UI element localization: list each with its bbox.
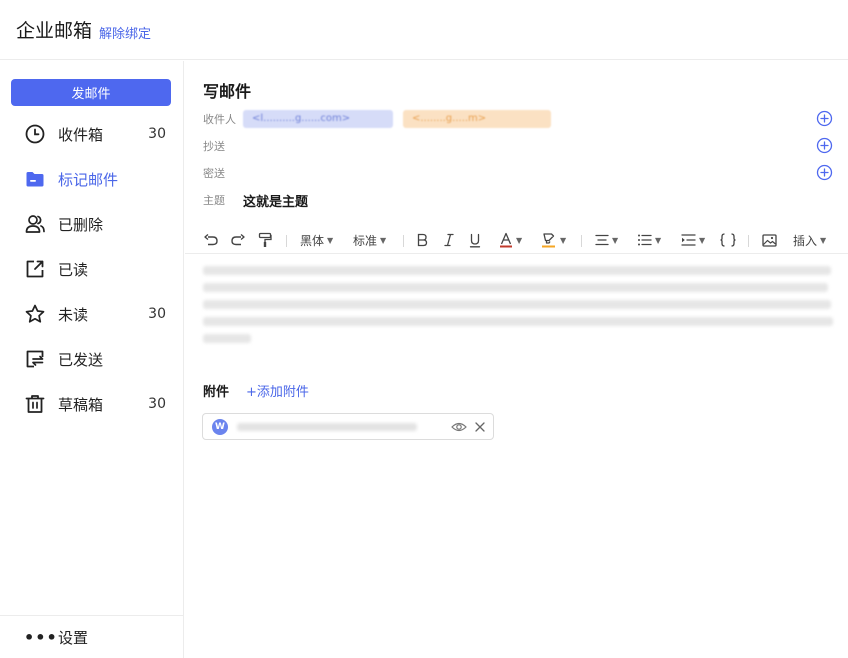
bold-icon[interactable] xyxy=(416,230,428,250)
folder-icon xyxy=(26,172,44,187)
image-icon[interactable] xyxy=(762,230,777,250)
subject-field[interactable]: 主题 这就是主题 xyxy=(203,189,833,211)
chevron-down-icon: ▼ xyxy=(380,235,387,245)
bcc-label: 密送 xyxy=(203,167,225,180)
toolbar-separator xyxy=(286,235,287,247)
editor-toolbar: 黑体 ▼ 标准 ▼ ▼ ▼ ▼ ▼ ▼ 插入 ▼ xyxy=(185,226,848,254)
sidebar-item-count: 30 xyxy=(148,396,166,412)
recipients-field[interactable]: 收件人 <l..........g......com> <........g..… xyxy=(203,108,833,130)
sidebar-item-count: 30 xyxy=(148,306,166,322)
users-icon xyxy=(25,215,45,233)
close-icon[interactable] xyxy=(473,420,487,434)
font-size-value: 标准 xyxy=(353,233,378,248)
add-bcc-icon[interactable] xyxy=(816,164,833,181)
subject-label: 主题 xyxy=(203,194,225,207)
font-family-select[interactable]: 黑体 ▼ xyxy=(300,230,333,250)
sidebar-item-flagged[interactable]: 标记邮件 xyxy=(0,159,184,199)
star-icon xyxy=(25,304,45,323)
code-block-icon[interactable] xyxy=(719,230,737,250)
toolbar-separator xyxy=(581,235,582,247)
indent-icon[interactable]: ▼ xyxy=(681,230,705,250)
recipient-chip[interactable]: <........g.....m> xyxy=(403,110,551,128)
sidebar: 发邮件 收件箱 30 标记邮件 已删除 已读 未读 30 已发送 草稿箱 30 … xyxy=(0,61,184,658)
preview-eye-icon[interactable] xyxy=(451,420,467,434)
sidebar-item-sent[interactable]: 已发送 xyxy=(0,339,184,379)
undo-icon[interactable] xyxy=(203,230,219,250)
body-text-line xyxy=(203,334,251,343)
bcc-field[interactable]: 密送 xyxy=(203,162,833,184)
toolbar-separator xyxy=(748,235,749,247)
compose-title: 写邮件 xyxy=(203,82,252,101)
chevron-down-icon: ▼ xyxy=(327,235,334,245)
body-text-line xyxy=(203,317,833,326)
body-text-line xyxy=(203,283,828,292)
text-color-swatch xyxy=(500,245,512,248)
list-icon[interactable]: ▼ xyxy=(637,230,661,250)
subject-input[interactable]: 这就是主题 xyxy=(243,191,308,210)
format-painter-icon[interactable] xyxy=(258,230,272,250)
align-icon[interactable]: ▼ xyxy=(595,230,618,250)
sidebar-item-label: 收件箱 xyxy=(58,125,104,144)
insert-menu[interactable]: 插入 ▼ xyxy=(793,230,826,250)
add-recipient-icon[interactable] xyxy=(816,110,833,127)
highlight-color-button[interactable]: ▼ xyxy=(541,230,566,250)
italic-icon[interactable] xyxy=(443,230,455,250)
attachment-label: 附件 xyxy=(203,385,230,400)
chevron-down-icon: ▼ xyxy=(612,235,619,245)
clock-icon xyxy=(25,124,45,144)
unbind-link[interactable]: 解除绑定 xyxy=(99,23,151,42)
sidebar-divider xyxy=(0,615,184,616)
font-family-value: 黑体 xyxy=(300,233,325,248)
chevron-down-icon: ▼ xyxy=(699,235,706,245)
cc-label: 抄送 xyxy=(203,140,225,153)
chevron-down-icon: ▼ xyxy=(516,235,523,245)
sidebar-item-inbox[interactable]: 收件箱 30 xyxy=(0,114,184,154)
body-text-line xyxy=(203,300,831,309)
compose-panel: 写邮件 收件人 <l..........g......com> <.......… xyxy=(185,61,848,658)
add-attachment-link[interactable]: +添加附件 xyxy=(246,381,309,400)
insert-label: 插入 xyxy=(793,233,818,248)
chevron-down-icon: ▼ xyxy=(560,235,567,245)
header: 企业邮箱 解除绑定 xyxy=(0,0,848,60)
redo-icon[interactable] xyxy=(230,230,246,250)
cc-field[interactable]: 抄送 xyxy=(203,135,833,157)
add-cc-icon[interactable] xyxy=(816,137,833,154)
recipients-label: 收件人 xyxy=(203,113,236,126)
sidebar-item-label: 已删除 xyxy=(58,215,104,234)
attachment-card[interactable]: W ........... xyxy=(202,413,494,440)
compose-button[interactable]: 发邮件 xyxy=(11,79,171,106)
sidebar-item-deleted[interactable]: 已删除 xyxy=(0,204,184,244)
chevron-down-icon: ▼ xyxy=(655,235,662,245)
attachment-file-name: ........... xyxy=(237,423,417,431)
toolbar-separator xyxy=(403,235,404,247)
chevron-down-icon: ▼ xyxy=(820,235,827,245)
sidebar-item-unread[interactable]: 未读 30 xyxy=(0,294,184,334)
trash-icon xyxy=(25,395,45,413)
highlight-color-swatch xyxy=(542,245,555,248)
settings-label: 设置 xyxy=(58,628,89,647)
body-text-line xyxy=(203,266,831,275)
underline-icon[interactable] xyxy=(469,230,481,250)
recipient-chip[interactable]: <l..........g......com> xyxy=(243,110,393,128)
more-icon: ••• xyxy=(24,627,58,647)
sidebar-item-label: 已发送 xyxy=(58,350,104,369)
settings-button[interactable]: ••• 设置 xyxy=(0,619,184,655)
text-color-button[interactable]: ▼ xyxy=(499,230,522,250)
email-body-editor[interactable] xyxy=(203,266,833,351)
sidebar-item-label: 标记邮件 xyxy=(58,170,119,189)
sidebar-item-label: 已读 xyxy=(58,260,89,279)
font-size-select[interactable]: 标准 ▼ xyxy=(353,230,386,250)
sidebar-item-label: 未读 xyxy=(58,305,89,324)
sidebar-item-read[interactable]: 已读 xyxy=(0,249,184,289)
sidebar-item-label: 草稿箱 xyxy=(58,395,104,414)
word-file-icon: W xyxy=(212,419,228,435)
mail-app: 企业邮箱 解除绑定 发邮件 收件箱 30 标记邮件 已删除 已读 未读 30 已… xyxy=(0,0,848,658)
sidebar-item-drafts[interactable]: 草稿箱 30 xyxy=(0,384,184,424)
sidebar-item-count: 30 xyxy=(148,126,166,142)
external-link-icon xyxy=(26,260,44,278)
app-title: 企业邮箱 xyxy=(16,20,93,42)
sent-box-icon xyxy=(26,350,44,368)
